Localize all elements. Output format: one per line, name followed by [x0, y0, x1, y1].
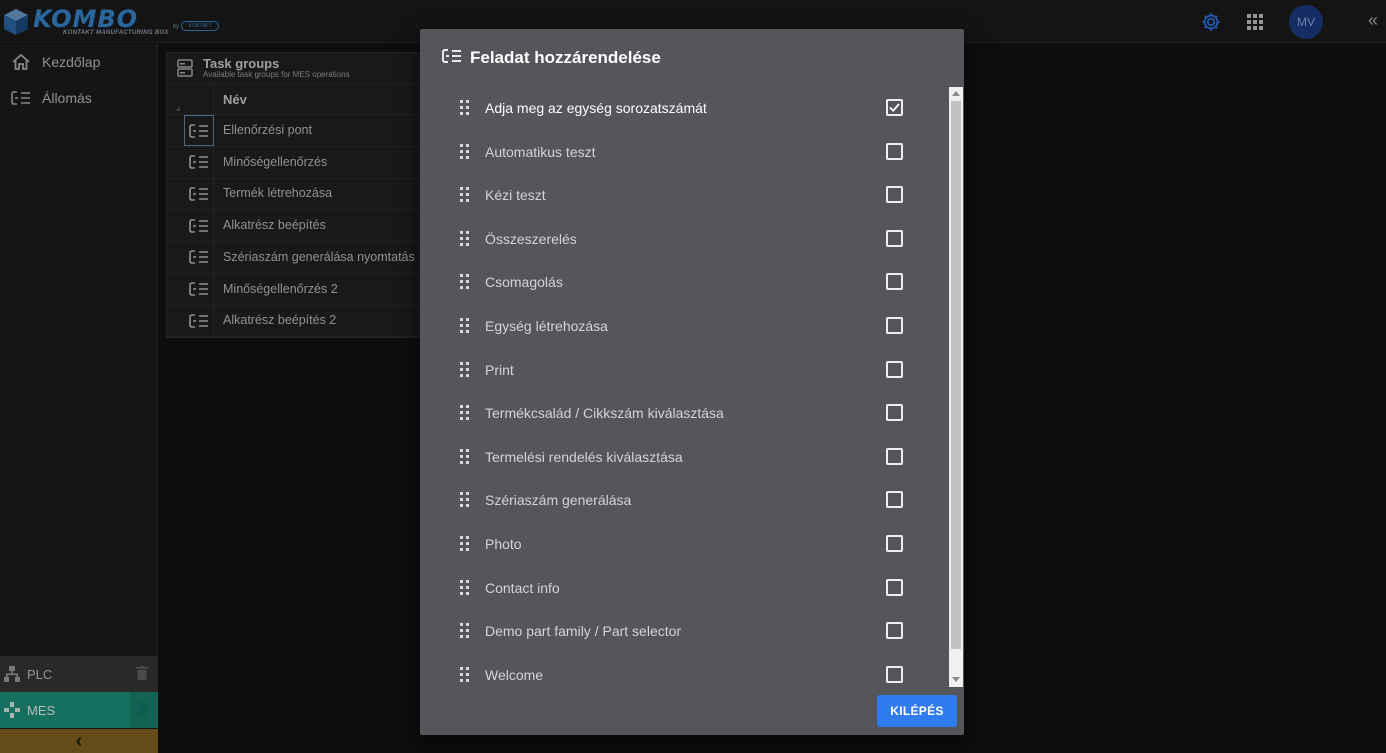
task-checkbox[interactable] [886, 273, 903, 291]
task-checkbox[interactable] [886, 404, 903, 422]
drag-handle-icon[interactable] [460, 666, 470, 683]
task-label: Automatikus teszt [485, 143, 596, 160]
scrollbar[interactable] [949, 87, 963, 687]
drag-handle-icon[interactable] [460, 318, 470, 334]
list-item[interactable]: Contact info [420, 566, 948, 609]
task-label: Welcome [485, 666, 544, 683]
list-item[interactable]: Összeszerelés [420, 217, 948, 260]
task-checkbox[interactable] [886, 142, 903, 160]
list-item[interactable]: Photo [420, 522, 948, 565]
task-label: Contact info [485, 579, 560, 596]
drag-handle-icon[interactable] [460, 230, 470, 247]
task-checkbox[interactable] [886, 665, 903, 683]
task-checkbox[interactable] [886, 447, 903, 465]
drag-handle-icon[interactable] [460, 448, 470, 465]
task-label: Adja meg az egység sorozatszámát [485, 100, 707, 116]
drag-handle-icon[interactable] [460, 361, 470, 378]
exit-button[interactable]: KILÉPÉS [877, 695, 957, 727]
list-item[interactable]: Csomagolás [420, 260, 948, 303]
task-label: Photo [485, 536, 522, 552]
drag-handle-icon[interactable] [460, 187, 470, 203]
list-item[interactable]: Welcome [420, 653, 948, 686]
assign-task-dialog: Feladat hozzárendelése Adja meg az egysé… [420, 29, 964, 735]
task-checkbox[interactable] [886, 229, 903, 247]
list-item[interactable]: Szériaszám generálása [420, 478, 948, 521]
task-checkbox[interactable] [886, 578, 903, 596]
list-item[interactable]: Egység létrehozása [420, 304, 948, 347]
task-checkbox[interactable] [886, 491, 903, 509]
scroll-thumb[interactable] [951, 101, 961, 649]
task-label: Csomagolás [485, 274, 563, 291]
drag-handle-icon[interactable] [460, 274, 470, 290]
list-item[interactable]: Kézi teszt [420, 173, 948, 216]
task-label: Kézi teszt [485, 187, 546, 204]
list-item[interactable]: Demo part family / Part selector [420, 609, 948, 652]
list-item[interactable]: Automatikus teszt [420, 130, 948, 173]
task-checkbox[interactable] [886, 622, 903, 640]
scroll-up-icon[interactable] [952, 91, 960, 96]
task-label: Egység létrehozása [485, 318, 608, 334]
drag-handle-icon[interactable] [460, 492, 470, 508]
task-checkbox[interactable] [886, 317, 903, 334]
drag-handle-icon[interactable] [460, 623, 470, 639]
drag-handle-icon[interactable] [460, 579, 470, 596]
task-label: Termelési rendelés kiválasztása [485, 448, 683, 465]
drag-handle-icon[interactable] [460, 143, 470, 160]
task-list: Adja meg az egység sorozatszámát Automati… [420, 86, 948, 686]
scroll-down-icon[interactable] [952, 677, 960, 682]
drag-handle-icon[interactable] [460, 100, 470, 116]
list-item[interactable]: Print [420, 348, 948, 391]
list-item[interactable]: Adja meg az egység sorozatszámát [420, 86, 948, 129]
task-list-icon [442, 49, 461, 63]
task-checkbox[interactable] [886, 360, 903, 378]
task-label: Szériaszám generálása [485, 492, 632, 509]
list-item[interactable]: Termékcsalád / Cikkszám kiválasztása [420, 391, 948, 434]
task-checkbox[interactable] [886, 535, 903, 552]
task-label: Demo part family / Part selector [485, 623, 682, 640]
task-checkbox[interactable] [886, 99, 903, 116]
drag-handle-icon[interactable] [460, 405, 470, 421]
task-checkbox[interactable] [886, 186, 903, 204]
drag-handle-icon[interactable] [460, 536, 470, 552]
dialog-title: Feladat hozzárendelése [470, 48, 661, 67]
list-item[interactable]: Termelési rendelés kiválasztása [420, 435, 948, 478]
task-label: Összeszerelés [485, 230, 577, 247]
task-label: Print [485, 361, 514, 378]
task-label: Termékcsalád / Cikkszám kiválasztása [485, 405, 724, 422]
